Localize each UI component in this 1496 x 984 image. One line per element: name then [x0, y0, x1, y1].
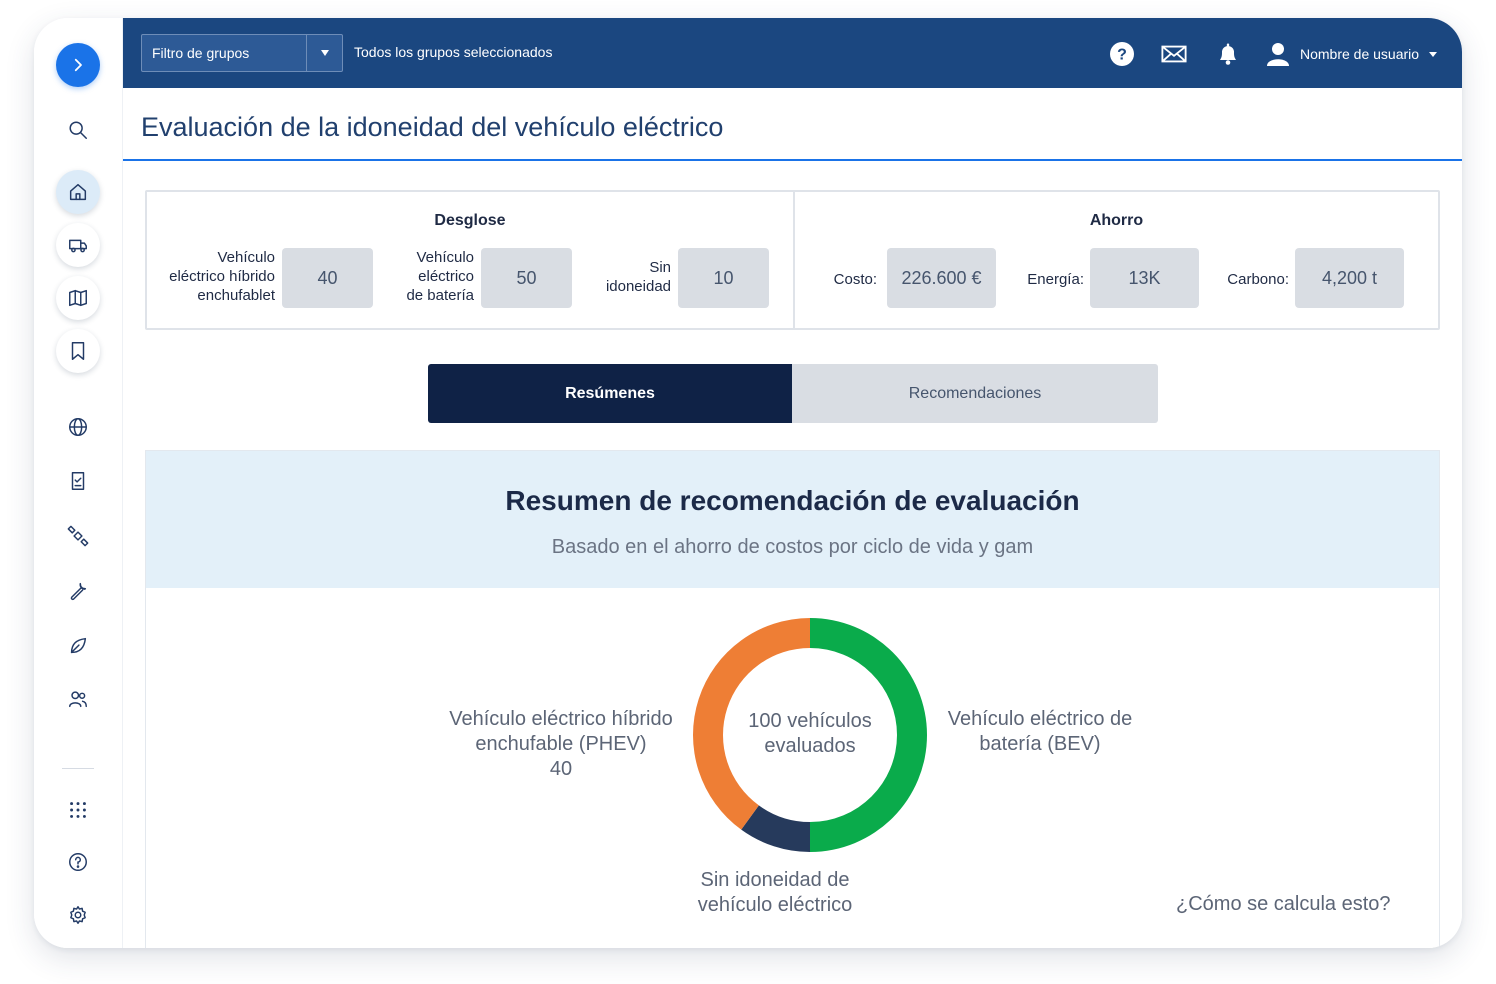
sidebar-divider — [62, 768, 94, 769]
card-title: Resumen de recomendación de evaluación — [505, 485, 1080, 516]
unsuitable-legend-line: Sin idoneidad de — [700, 869, 850, 891]
title-underline — [123, 159, 1462, 161]
unsuitable-label: Sin idoneidad — [572, 258, 671, 296]
phev-legend-line: enchufable (PHEV) — [475, 733, 647, 755]
bev-legend-line: Vehículo eléctrico de — [947, 708, 1133, 730]
savings-title: Ahorro — [1089, 212, 1144, 229]
unsuitable-label-line: idoneidad — [605, 278, 671, 295]
envelope-icon[interactable] — [1160, 40, 1188, 68]
bev-count-box: 50 — [481, 248, 572, 308]
unsuitable-label-line: Sin — [649, 259, 671, 276]
bookmark-icon[interactable] — [56, 329, 100, 373]
carbon-value-box: 4,200 t — [1295, 248, 1404, 308]
bev-legend: Vehículo eléctrico de batería (BEV) — [930, 707, 1150, 757]
unsuitable-legend-line: vehículo eléctrico — [697, 894, 853, 916]
question-circle-icon[interactable]: ? — [1108, 40, 1136, 68]
search-icon[interactable] — [56, 108, 100, 152]
user-icon — [1267, 43, 1289, 66]
user-menu[interactable]: Nombre de usuario — [1266, 40, 1438, 68]
carbon-label: Carbono: — [1227, 271, 1289, 288]
chevron-down-icon[interactable] — [306, 35, 342, 71]
home-icon[interactable] — [56, 170, 100, 214]
truck-icon[interactable] — [56, 223, 100, 267]
group-filter-label: Filtro de grupos — [152, 45, 250, 61]
leaf-icon[interactable] — [56, 624, 100, 668]
app-window: Filtro de grupos Todos los grupos selecc… — [34, 18, 1462, 948]
help-icon[interactable] — [56, 840, 100, 884]
sidebar — [34, 18, 122, 948]
caret-down-icon — [1429, 51, 1438, 57]
phev-label-line: enchufablet — [197, 287, 275, 304]
tab-summaries[interactable]: Resúmenes — [428, 364, 792, 423]
settings-icon[interactable] — [56, 893, 100, 937]
top-bar: Filtro de grupos Todos los grupos selecc… — [123, 18, 1462, 88]
bev-label-line: eléctrico — [418, 268, 474, 285]
bev-label-line: Vehículo — [416, 249, 474, 266]
summary-panel: Desglose Vehículo eléctrico híbrido ench… — [145, 190, 1440, 330]
breakdown-title: Desglose — [434, 212, 506, 229]
report-icon[interactable] — [56, 459, 100, 503]
phev-label-line: eléctrico híbrido — [169, 268, 275, 285]
card-subtitle: Basado en el ahorro de costos por ciclo … — [551, 536, 1034, 558]
phev-label-line: Vehículo — [217, 249, 275, 266]
svg-text:?: ? — [1117, 47, 1127, 64]
map-icon[interactable] — [56, 276, 100, 320]
phev-count-box: 40 — [282, 248, 373, 308]
page-title: Evaluación de la idoneidad del vehículo … — [141, 112, 724, 142]
phev-legend: Vehículo eléctrico híbrido enchufable (P… — [436, 707, 686, 782]
donut-center-line: evaluados — [764, 735, 856, 757]
globe-icon[interactable] — [56, 405, 100, 449]
users-icon[interactable] — [56, 677, 100, 721]
donut-center-line: 100 vehículos — [748, 710, 872, 732]
card-header: Resumen de recomendación de evaluación B… — [146, 451, 1439, 588]
tab-recommendations[interactable]: Recomendaciones — [792, 364, 1158, 423]
satellite-icon[interactable] — [56, 514, 100, 558]
bev-legend-line: batería (BEV) — [979, 733, 1101, 755]
bev-label-line: de batería — [406, 287, 474, 304]
recommendation-summary-card: Resumen de recomendación de evaluación B… — [145, 450, 1440, 948]
group-status-text: Todos los grupos seleccionados — [354, 44, 553, 60]
bell-icon[interactable] — [1214, 40, 1242, 68]
bev-label: Vehículo eléctrico de batería — [373, 248, 474, 305]
donut-center-label: 100 vehículos evaluados — [690, 709, 930, 759]
cost-value-box: 226.600 € — [887, 248, 996, 308]
expand-arrow-icon[interactable] — [56, 43, 100, 87]
wrench-icon[interactable] — [56, 569, 100, 613]
cost-label: Costo: — [833, 271, 877, 288]
phev-legend-count: 40 — [549, 758, 573, 780]
how-is-this-calculated-link[interactable]: ¿Cómo se calcula esto? — [1176, 893, 1391, 916]
phev-legend-line: Vehículo eléctrico híbrido — [449, 708, 673, 730]
main-area: Filtro de grupos Todos los grupos selecc… — [122, 18, 1462, 948]
username: Nombre de usuario — [1300, 46, 1420, 62]
energy-label: Energía: — [1027, 271, 1084, 288]
unsuitable-count-box: 10 — [678, 248, 769, 308]
phev-label: Vehículo eléctrico híbrido enchufablet — [147, 248, 275, 305]
unsuitable-legend: Sin idoneidad de vehículo eléctrico — [675, 868, 875, 918]
apps-grid-icon[interactable] — [56, 788, 100, 832]
group-filter-dropdown[interactable]: Filtro de grupos — [141, 34, 343, 72]
energy-value-box: 13K — [1090, 248, 1199, 308]
